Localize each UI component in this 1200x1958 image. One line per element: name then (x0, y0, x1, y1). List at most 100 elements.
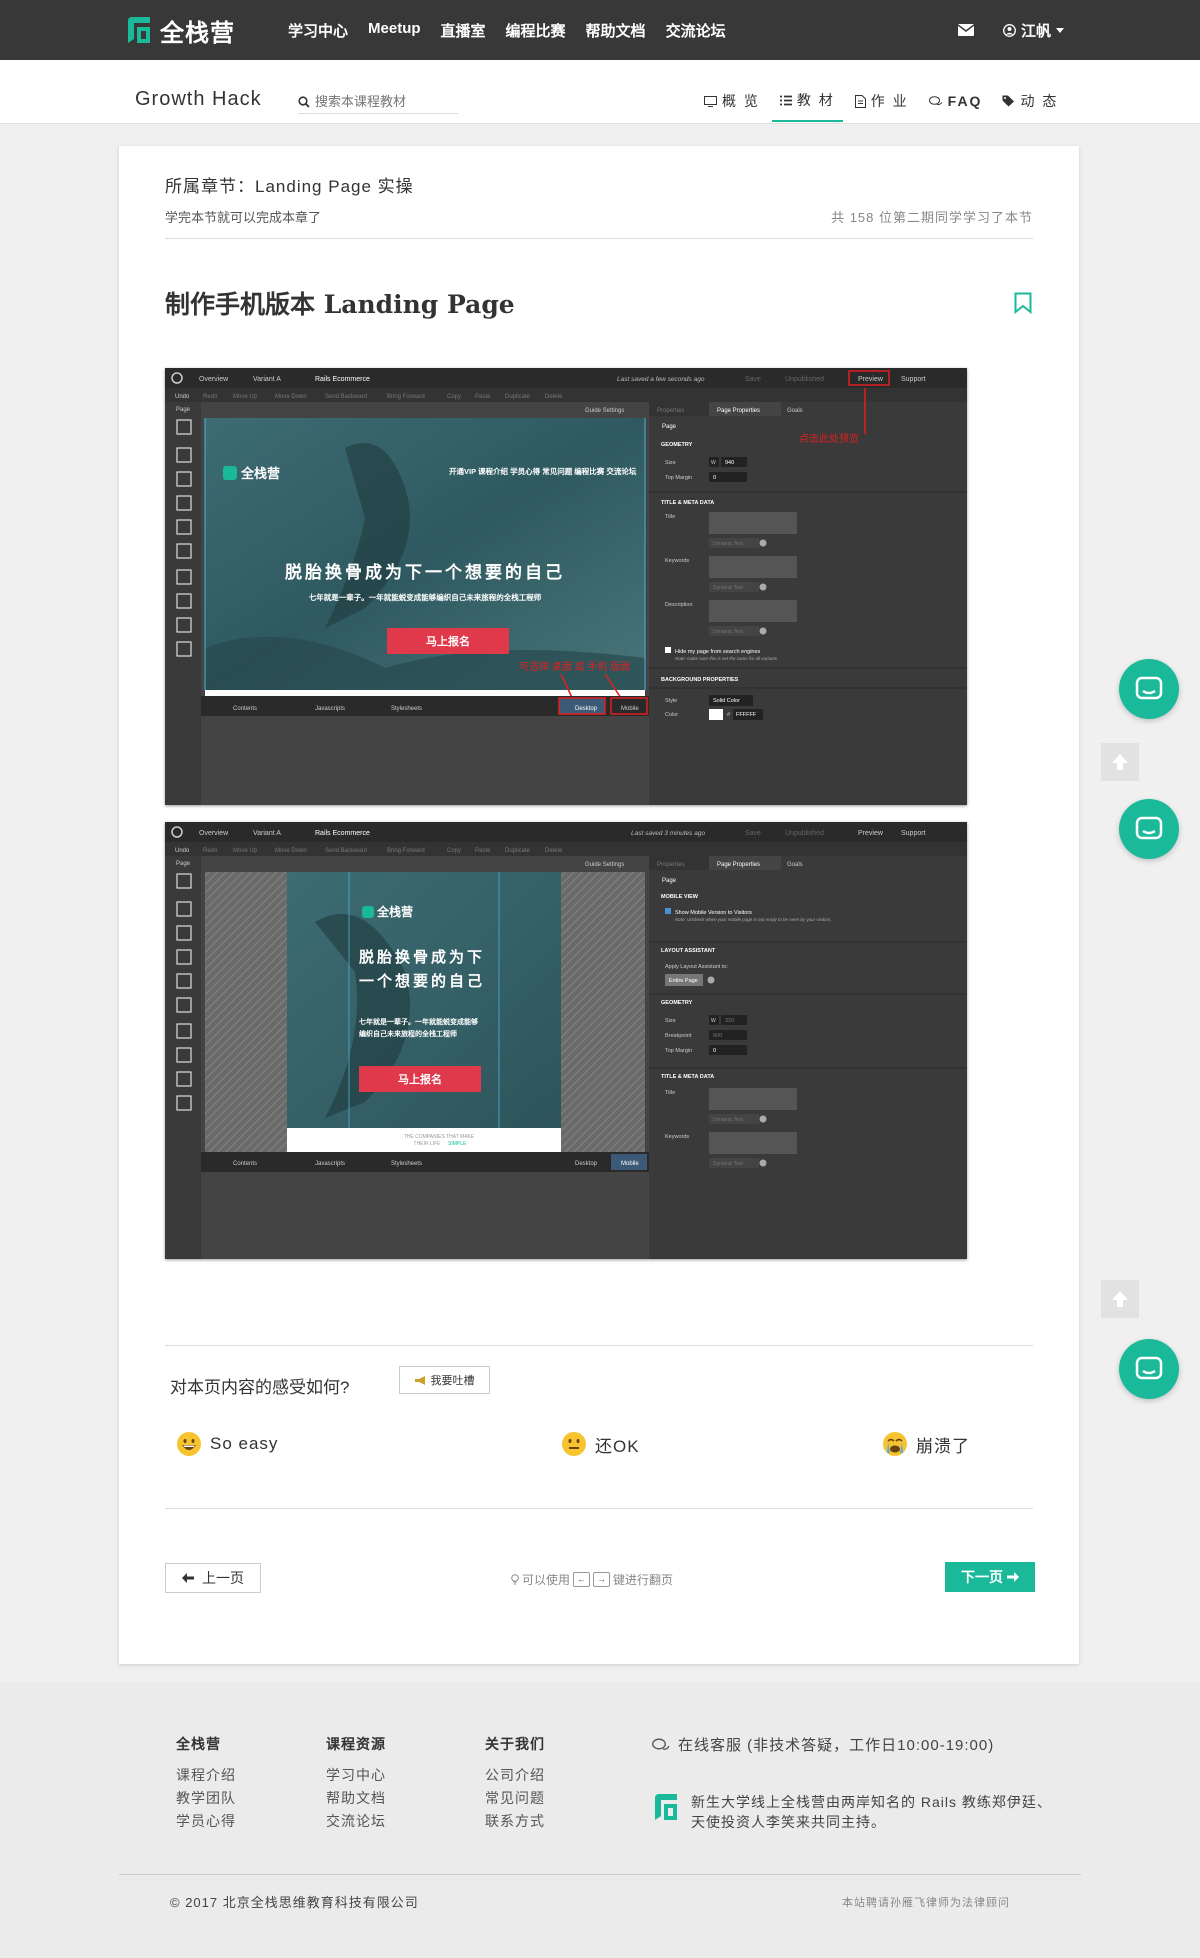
back-to-top-button[interactable] (1101, 1280, 1139, 1318)
bottom2-tab-javascripts: Javascripts (315, 1161, 345, 1167)
nav-link-help-docs[interactable]: 帮助文档 (586, 20, 646, 41)
panel-tab-goals: Goals (787, 408, 803, 414)
footer-link-faq[interactable]: 常见问题 (485, 1787, 545, 1810)
footer-link-course-intro[interactable]: 课程介绍 (176, 1764, 236, 1787)
style-label: Style (665, 698, 677, 704)
footer-link-contact[interactable]: 联系方式 (485, 1810, 545, 1833)
bottom2-tab-contents: Contents (233, 1161, 257, 1167)
back-to-top-button[interactable] (1101, 743, 1139, 781)
tool-move-down: Move Down (275, 394, 307, 400)
tool2-paste: Paste (475, 848, 491, 854)
tool2-send-backward: Send Backward (325, 848, 367, 854)
size-value: 940 (725, 460, 734, 466)
crying-emoji-icon (883, 1432, 907, 1456)
logo-icon (128, 17, 150, 43)
footer-link-help-docs[interactable]: 帮助文档 (326, 1787, 386, 1810)
hide-search-label: Hide my page from search engines (675, 649, 761, 655)
chat-bubble-icon (1135, 676, 1163, 700)
panel-tab-page-properties: Page Properties (717, 408, 760, 414)
size-label: Size (665, 460, 676, 466)
nav-link-contest[interactable]: 编程比赛 (506, 20, 566, 41)
hero2-headline-2: 一个想要的自己 (359, 972, 485, 990)
hero2-cta: 马上报名 (398, 1072, 442, 1086)
previous-page-button[interactable]: 上一页 (165, 1563, 261, 1593)
meta-title-label: Title (665, 514, 675, 520)
tool-redo: Redo (203, 394, 218, 400)
dynamic-text-1: Dynamic Text (713, 541, 744, 547)
nav-link-live-room[interactable]: 直播室 (441, 20, 486, 41)
right-arrow-key-icon: → (593, 1572, 611, 1587)
chat-widget-button[interactable] (1119, 659, 1179, 719)
copyright: © 2017 北京全栈思维教育科技有限公司 (170, 1895, 419, 1910)
tab-activity[interactable]: 动 态 (994, 84, 1066, 122)
chat-widget-button[interactable] (1119, 799, 1179, 859)
chat-widget-button[interactable] (1119, 1339, 1179, 1399)
topbar-support: Support (901, 376, 926, 383)
tool-undo: Undo (175, 394, 190, 400)
dynamic-text-3: Dynamic Text (713, 629, 744, 635)
footer-col-about-title: 关于我们 (485, 1736, 545, 1752)
reaction-crashed-label: 崩溃了 (916, 1436, 970, 1456)
tool2-redo: Redo (203, 848, 218, 854)
nav-link-meetup[interactable]: Meetup (368, 20, 421, 41)
arrow-up-icon (1112, 1291, 1128, 1307)
device-mobile: Mobile (621, 706, 639, 712)
course-search (298, 90, 458, 114)
sec-geometry-2: GEOMETRY (661, 1000, 693, 1006)
tab-faq[interactable]: FAQ (921, 84, 991, 122)
apply-layout-label: Apply Layout Assistant to: (665, 964, 728, 970)
previous-page-label: 上一页 (202, 1570, 244, 1586)
site-logo[interactable]: 全栈营 (124, 14, 235, 47)
show-mobile-label: Show Mobile Version to Visitors (675, 910, 752, 916)
online-service[interactable]: 在线客服 (非技术答疑，工作日10:00-19:00) (652, 1734, 994, 1755)
user-name: 江帆 (1021, 23, 1052, 40)
reaction-so-easy[interactable]: So easy (176, 1431, 278, 1457)
hero2-logo: 全栈营 (376, 904, 413, 919)
tab-materials[interactable]: 教 材 (771, 84, 843, 122)
sec-title-meta: TITLE & META DATA (661, 500, 714, 506)
lesson-title: 制作手机版本 Landing Page (165, 290, 515, 319)
footer-link-company[interactable]: 公司介绍 (485, 1764, 545, 1787)
footer-link-forum[interactable]: 交流论坛 (326, 1810, 386, 1833)
footer-link-team[interactable]: 教学团队 (176, 1787, 236, 1810)
panel2-tab-properties: Properties (657, 862, 684, 868)
bookmark-icon[interactable] (1014, 292, 1032, 314)
mail-icon[interactable] (958, 24, 974, 36)
tool2-delete: Delete (545, 848, 563, 854)
dynamic-text-2: Dynamic Text (713, 585, 744, 591)
divider (165, 1508, 1033, 1509)
topbar-overview: Overview (199, 376, 229, 383)
course-header: Growth Hack 概 览 教 材 作 业 FAQ 动 态 (0, 60, 1200, 124)
footer-link-learning-center[interactable]: 学习中心 (326, 1764, 386, 1787)
footer-col-resources: 课程资源 学习中心 帮助文档 交流论坛 (326, 1734, 386, 1833)
guide-settings: Guide Settings (585, 408, 624, 414)
next-page-button[interactable]: 下一页 (945, 1562, 1035, 1592)
reaction-crashed[interactable]: 崩溃了 (882, 1431, 970, 1457)
tab-overview[interactable]: 概 览 (696, 84, 768, 122)
about-text: 新生大学线上全栈营由两岸知名的 Rails 教练郑伊廷、天使投资人李笑来共同主持… (691, 1794, 1052, 1830)
nav-link-learning-center[interactable]: 学习中心 (288, 20, 348, 41)
breakpoint-value: 600 (713, 1033, 722, 1039)
footer-col-about: 关于我们 公司介绍 常见问题 联系方式 (485, 1734, 545, 1833)
topbar2-unpublished: Unpublished (785, 830, 824, 837)
divider (165, 238, 1033, 239)
search-input[interactable] (315, 94, 445, 109)
user-menu[interactable]: 江帆 (1003, 20, 1065, 41)
topbar2-page-name: Rails Ecommerce (315, 830, 370, 837)
search-icon (298, 95, 310, 108)
rant-button[interactable]: 我要吐槽 (399, 1366, 490, 1394)
size-label-2: Size (665, 1018, 676, 1024)
topbar2-preview: Preview (858, 830, 884, 837)
tab-homework[interactable]: 作 业 (847, 84, 917, 122)
lesson-card: 所属章节：Landing Page 实操 学完本节就可以完成本章了 共 158 … (119, 146, 1079, 1664)
below-fold-highlight: SIMPLE (448, 1141, 467, 1147)
meta-description-label: Description (665, 602, 693, 608)
footer-link-testimonials[interactable]: 学员心得 (176, 1810, 236, 1833)
nav-link-forum[interactable]: 交流论坛 (666, 20, 726, 41)
sec-title-meta-2: TITLE & META DATA (661, 1074, 714, 1080)
neutral-emoji-icon (562, 1432, 586, 1456)
arrow-up-icon (1112, 754, 1128, 770)
feedback-question: 对本页内容的感受如何? (170, 1378, 350, 1397)
tool-send-backward: Send Backward (325, 394, 367, 400)
reaction-ok[interactable]: 还OK (561, 1431, 640, 1457)
